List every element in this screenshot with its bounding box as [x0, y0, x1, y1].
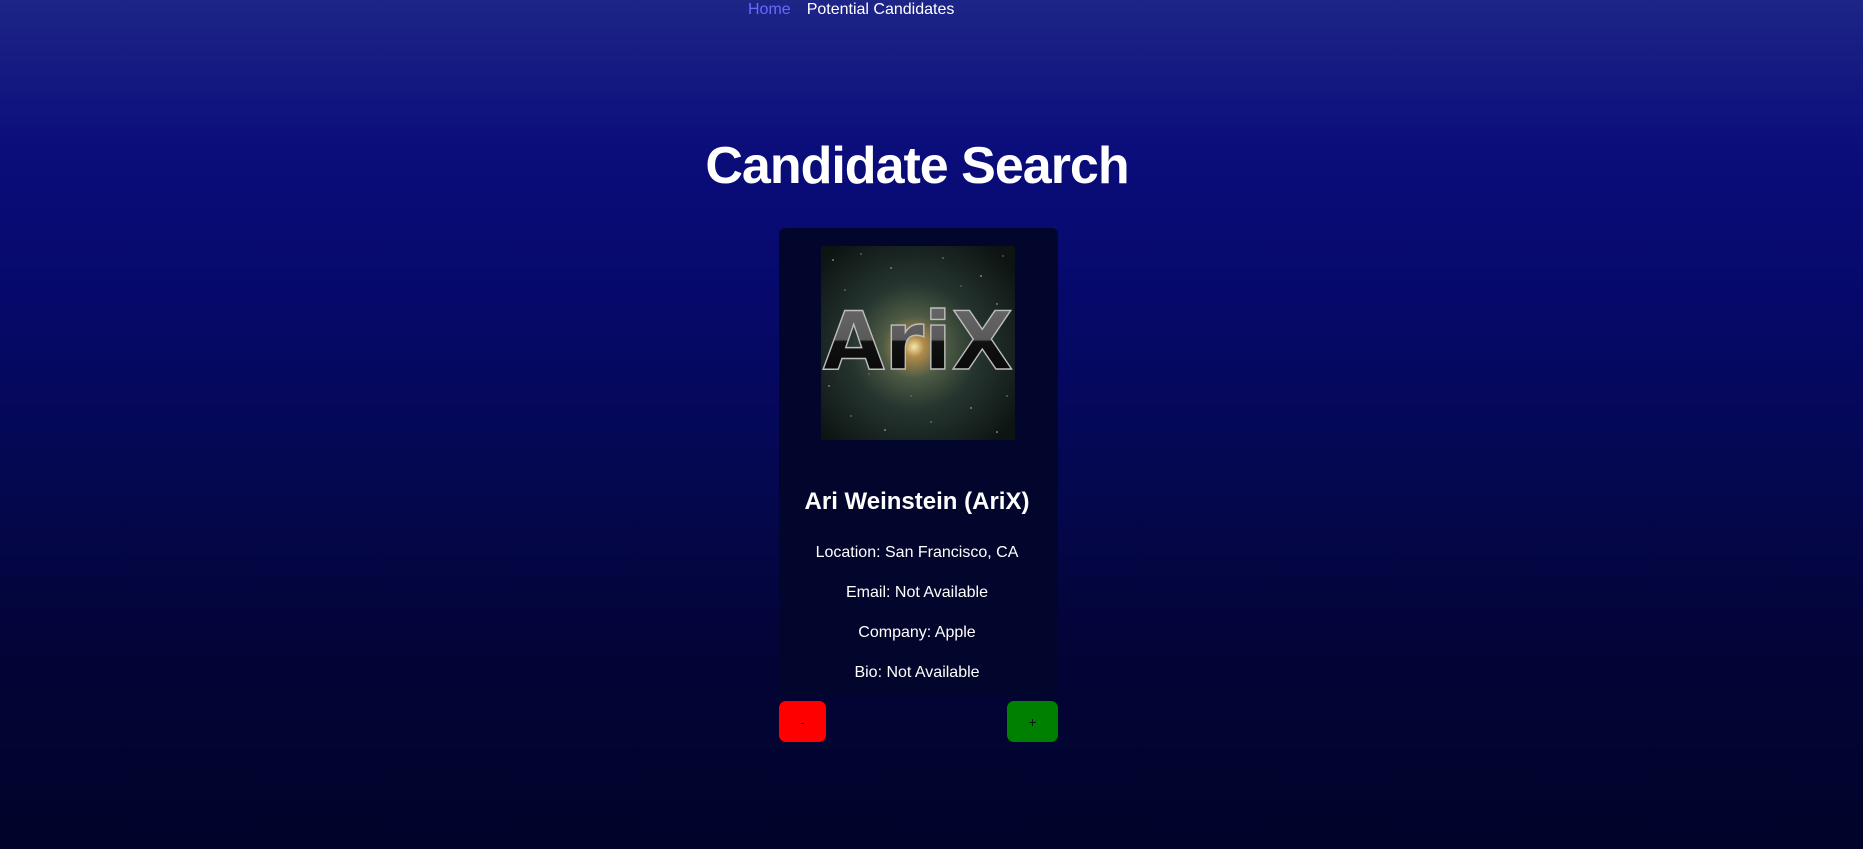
top-nav: Home Potential Candidates: [748, 0, 954, 20]
candidate-avatar: AriX: [821, 246, 1015, 440]
candidate-name: Ari Weinstein (AriX): [804, 488, 1030, 515]
candidate-location: Location: San Francisco, CA: [815, 544, 1019, 561]
page-title: Candidate Search: [705, 137, 1129, 195]
reject-candidate-button[interactable]: -: [779, 701, 826, 742]
candidate-bio: Bio: Not Available: [854, 664, 980, 681]
nav-link-potential-candidates[interactable]: Potential Candidates: [807, 0, 955, 20]
candidate-company: Company: Apple: [858, 624, 976, 641]
accept-candidate-button[interactable]: +: [1007, 701, 1058, 742]
avatar-logo-text: AriX: [823, 295, 1013, 388]
nav-link-home[interactable]: Home: [748, 0, 791, 20]
candidate-email: Email: Not Available: [846, 584, 988, 601]
